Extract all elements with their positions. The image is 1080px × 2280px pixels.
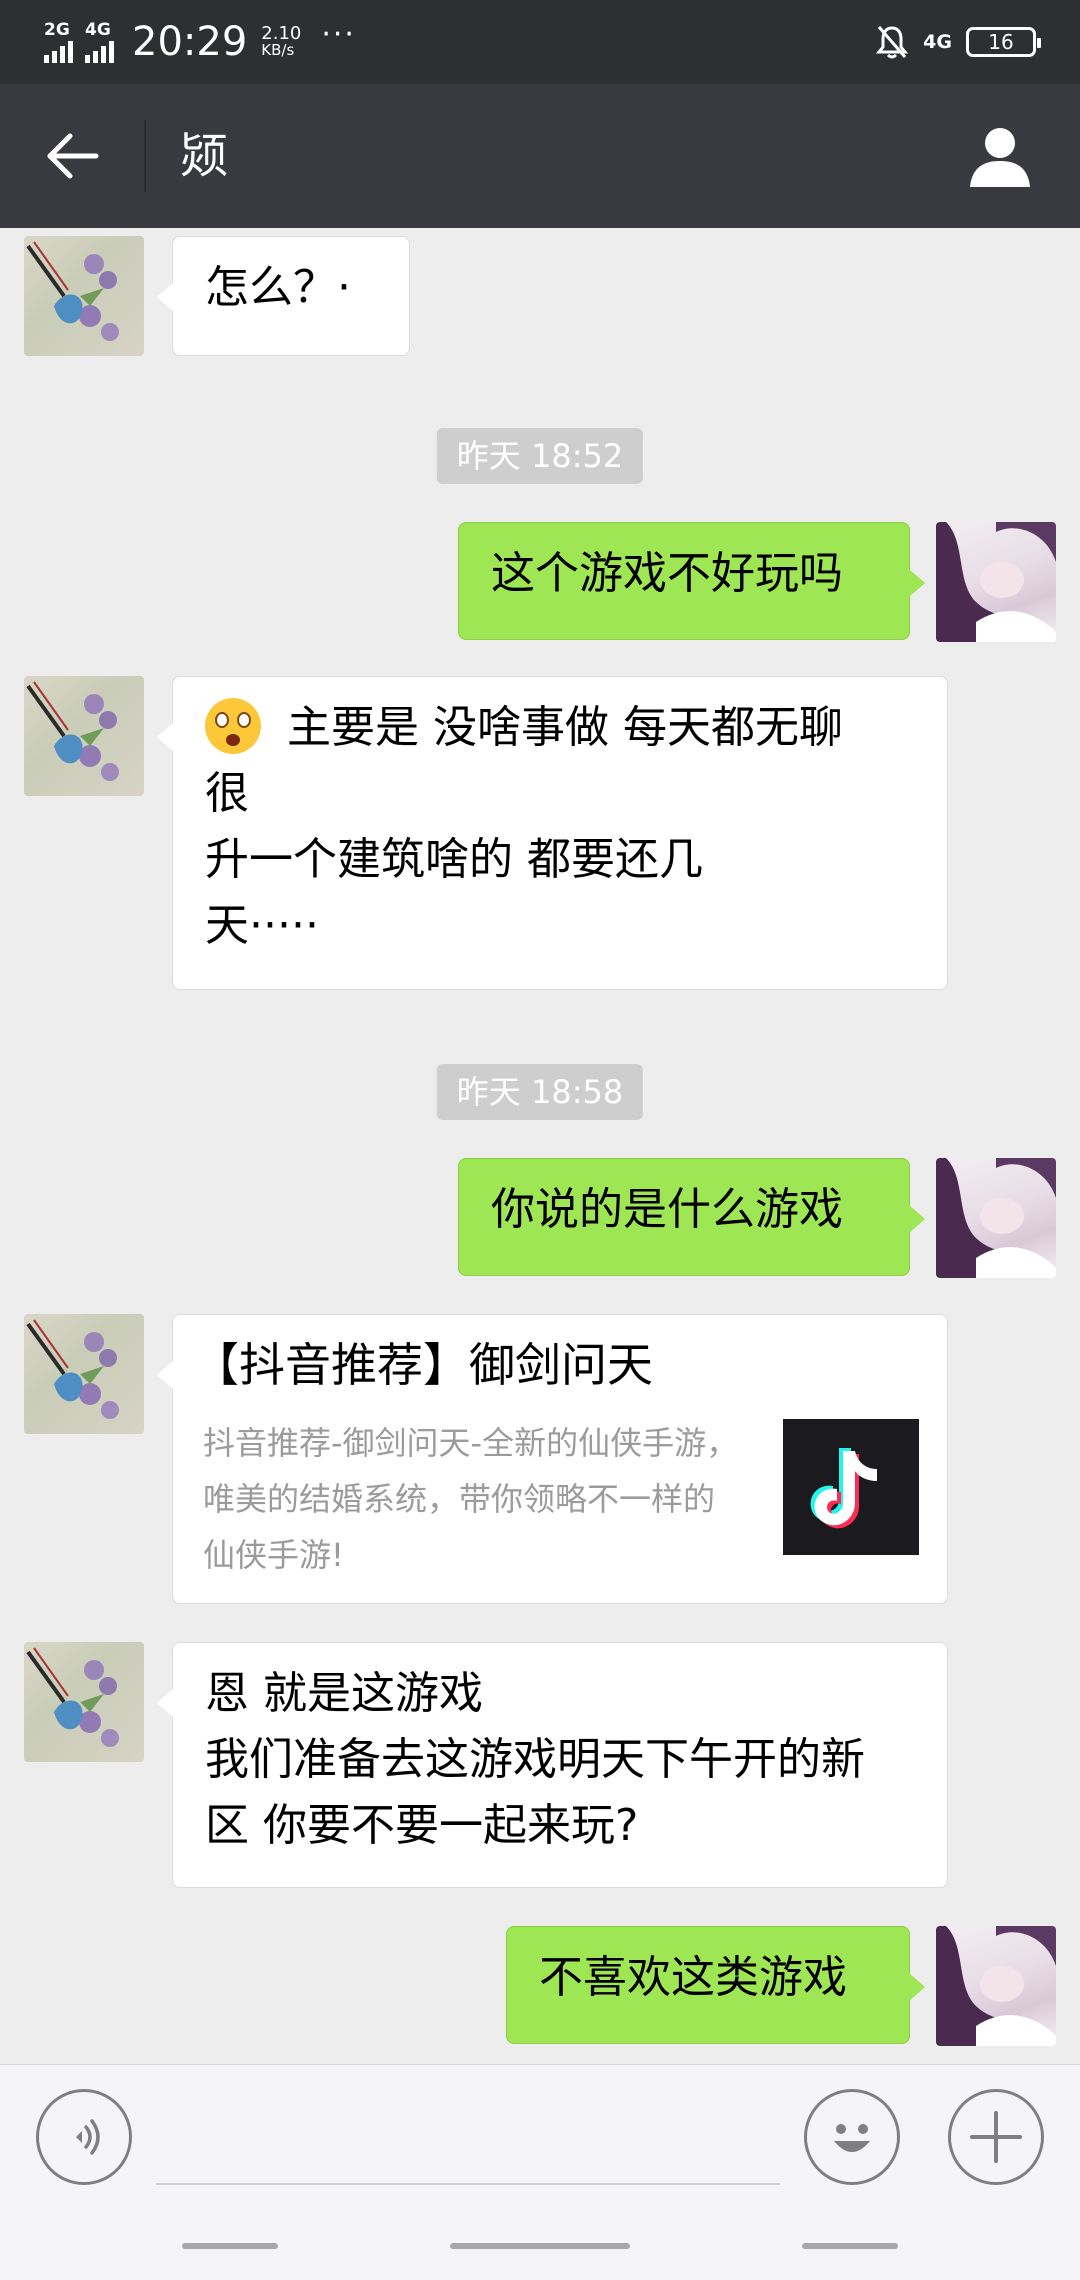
message-text: 主要是 没啥事做 每天都无聊 xyxy=(287,702,843,753)
contact-avatar[interactable] xyxy=(24,236,144,356)
my-avatar[interactable] xyxy=(936,1158,1056,1278)
chat-title: 颎 xyxy=(180,128,229,184)
outgoing-message[interactable]: 这个游戏不好玩吗 xyxy=(458,522,925,640)
signal-2g-icon: 2G xyxy=(44,21,73,63)
flower-drawing-image xyxy=(26,681,119,781)
status-bar: 2G 4G 20:29 2.10 KB/s ··· 4G 16 xyxy=(0,0,1080,84)
incoming-message[interactable]: 怎么？· xyxy=(157,236,410,356)
message-text: 这个游戏不好玩吗 xyxy=(491,548,843,599)
arrow-left-icon xyxy=(47,133,99,179)
flower-drawing-image xyxy=(26,241,119,341)
message-input[interactable] xyxy=(156,2097,780,2185)
message-timestamp: 昨天 18:58 xyxy=(436,1064,644,1120)
nav-gesture-left[interactable] xyxy=(182,2243,278,2249)
plus-icon xyxy=(970,2111,1022,2163)
battery-level: 16 xyxy=(988,30,1014,54)
anime-avatar-image xyxy=(936,522,1056,642)
message-line: 区 你要不要一起来玩? xyxy=(205,1800,639,1851)
card-description: 抖音推荐-御剑问天-全新的仙侠手游，唯美的结婚系统，带你领略不一样的仙侠手游! xyxy=(203,1424,739,1574)
incoming-message[interactable]: 恩 就是这游戏 我们准备去这游戏明天下午开的新 区 你要不要一起来玩? xyxy=(157,1642,948,1888)
header-divider xyxy=(144,120,146,192)
message-timestamp: 昨天 18:52 xyxy=(436,428,644,484)
chat-input-bar xyxy=(0,2064,1080,2280)
contact-avatar[interactable] xyxy=(24,1642,144,1762)
my-avatar[interactable] xyxy=(936,522,1056,642)
speed-value: 2.10 xyxy=(261,23,302,44)
contact-avatar[interactable] xyxy=(24,676,144,796)
outgoing-message[interactable]: 不喜欢这类游戏 xyxy=(506,1926,925,2044)
speed-unit: KB/s xyxy=(261,41,295,59)
network-type-right: 4G xyxy=(923,31,952,53)
flower-drawing-image xyxy=(26,1647,119,1747)
network-type-2: 4G xyxy=(85,20,111,40)
message-line: 主要是 没啥事做 每天都无聊 xyxy=(205,695,915,761)
message-line: 升一个建筑啥的 都要还几 xyxy=(205,834,703,885)
card-thumbnail xyxy=(783,1419,919,1555)
flower-drawing-image xyxy=(26,1319,119,1419)
astonished-emoji-icon xyxy=(205,698,261,754)
chat-header: 颎 xyxy=(0,84,1080,228)
message-line: 天····· xyxy=(205,900,319,951)
person-icon xyxy=(970,128,1030,187)
anime-avatar-image xyxy=(936,1926,1056,2046)
voice-input-button[interactable] xyxy=(36,2089,132,2185)
message-list[interactable]: 怎么？· 昨天 18:52 这个游戏不好玩吗 主要是 没啥事做 每天都无聊 很 xyxy=(0,228,1080,2064)
link-card-message[interactable]: 【抖音推荐】御剑问天 抖音推荐-御剑问天-全新的仙侠手游，唯美的结婚系统，带你领… xyxy=(157,1314,948,1604)
anime-avatar-image xyxy=(936,1158,1056,1278)
card-title: 【抖音推荐】御剑问天 xyxy=(193,1338,653,1392)
more-notifications-icon: ··· xyxy=(321,17,356,52)
smiley-icon xyxy=(834,2124,870,2152)
clock: 20:29 xyxy=(132,19,248,65)
emoji-button[interactable] xyxy=(804,2089,900,2185)
silent-bell-icon xyxy=(876,26,909,59)
back-button[interactable] xyxy=(36,120,108,192)
incoming-message[interactable]: 主要是 没啥事做 每天都无聊 很 升一个建筑啥的 都要还几 天····· xyxy=(157,676,948,990)
message-line: 恩 就是这游戏 xyxy=(205,1668,483,1719)
message-line: 我们准备去这游戏明天下午开的新 xyxy=(205,1734,865,1785)
contact-info-button[interactable] xyxy=(964,120,1036,192)
outgoing-message[interactable]: 你说的是什么游戏 xyxy=(458,1158,925,1276)
nav-gesture-home[interactable] xyxy=(450,2243,630,2249)
my-avatar[interactable] xyxy=(936,1926,1056,2046)
message-line: 很 xyxy=(205,768,249,819)
network-speed: 2.10 KB/s xyxy=(261,25,301,59)
signal-4g-icon: 4G xyxy=(85,21,114,63)
contact-avatar[interactable] xyxy=(24,1314,144,1434)
message-text: 你说的是什么游戏 xyxy=(491,1184,843,1235)
more-functions-button[interactable] xyxy=(948,2089,1044,2185)
message-text: 不喜欢这类游戏 xyxy=(539,1952,847,2003)
voice-icon xyxy=(76,2119,100,2155)
nav-gesture-right[interactable] xyxy=(802,2243,898,2249)
tiktok-logo-icon xyxy=(810,1448,877,1529)
message-text: 怎么？· xyxy=(205,262,351,313)
network-type-1: 2G xyxy=(44,20,70,40)
battery-icon: 16 xyxy=(966,27,1041,57)
